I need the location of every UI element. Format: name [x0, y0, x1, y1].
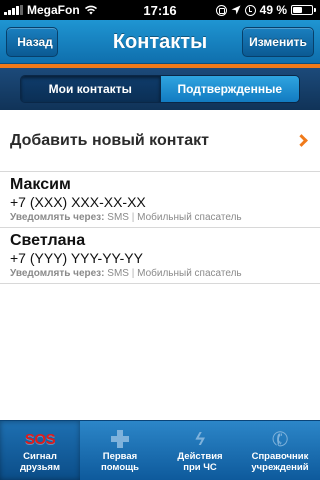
edit-button-label: Изменить: [249, 35, 307, 49]
contacts-list: Добавить новый контакт Максим +7 (XXX) X…: [0, 110, 320, 420]
contact-phone: +7 (XXX) XXX-XX-XX: [10, 194, 146, 210]
notify-channel-sms: SMS: [107, 268, 129, 279]
contact-name: Максим: [10, 176, 71, 193]
contact-item[interactable]: Светлана +7 (YYY) YYY-YY-YY Уведомлять ч…: [0, 228, 320, 284]
tab-label: Первая помощь: [101, 451, 139, 473]
contact-phone: +7 (YYY) YYY-YY-YY: [10, 250, 143, 266]
tab-first-aid[interactable]: Первая помощь: [80, 421, 160, 480]
segment-confirmed[interactable]: Подтвержденные: [159, 76, 299, 102]
rotation-lock-icon: [215, 4, 227, 16]
contact-notify: Уведомлять через: SMS | Мобильный спасат…: [10, 267, 310, 281]
alarm-icon: [244, 4, 256, 16]
back-button[interactable]: Назад: [6, 27, 58, 57]
notify-separator: |: [131, 268, 135, 279]
tab-signal-friends[interactable]: SOS Сигнал друзьям: [0, 421, 80, 480]
first-aid-cross-icon: [111, 430, 129, 448]
notify-label: Уведомлять через:: [10, 212, 105, 223]
notify-channel-sms: SMS: [107, 212, 129, 223]
signal-icon: [4, 5, 23, 15]
navigation-bar: Контакты Назад Изменить: [0, 20, 320, 64]
wifi-icon: [84, 5, 97, 15]
tab-label: Сигнал друзьям: [20, 451, 60, 473]
chevron-right-icon: [295, 134, 308, 147]
add-contact-row[interactable]: Добавить новый контакт: [0, 110, 320, 172]
sos-icon: SOS: [24, 430, 56, 448]
battery-icon: [291, 5, 316, 15]
contact-item[interactable]: Максим +7 (XXX) XXX-XX-XX Уведомлять чер…: [0, 172, 320, 228]
notify-channel-mobile: Мобильный спасатель: [137, 268, 242, 279]
battery-percent: 49 %: [259, 3, 287, 17]
contact-name: Светлана: [10, 232, 86, 249]
notify-separator: |: [131, 212, 135, 223]
tab-bar: SOS Сигнал друзьям Первая помощь ϟ Дейст…: [0, 420, 320, 480]
segment-my-contacts[interactable]: Мои контакты: [21, 76, 160, 102]
phone-handset-icon: ✆: [268, 426, 292, 453]
add-contact-label: Добавить новый контакт: [10, 131, 209, 149]
status-bar: MegaFon 17:16 49 %: [0, 0, 320, 20]
tab-label: Справочник учреждений: [251, 451, 309, 473]
edit-button[interactable]: Изменить: [242, 27, 314, 57]
lightning-bolt-icon: ϟ: [195, 428, 205, 449]
tab-emergency-actions[interactable]: ϟ Действия при ЧС: [160, 421, 240, 480]
carrier-name: MegaFon: [27, 3, 80, 17]
tab-label: Действия при ЧС: [177, 451, 223, 473]
segmented-control: Мои контакты Подтвержденные: [20, 75, 300, 103]
tab-directory[interactable]: ✆ Справочник учреждений: [240, 421, 320, 480]
notify-channel-mobile: Мобильный спасатель: [137, 212, 242, 223]
back-button-label: Назад: [17, 35, 53, 49]
notify-label: Уведомлять через:: [10, 268, 105, 279]
segment-bar: Мои контакты Подтвержденные: [0, 68, 320, 110]
contact-notify: Уведомлять через: SMS | Мобильный спасат…: [10, 211, 310, 225]
location-icon: [231, 5, 241, 15]
